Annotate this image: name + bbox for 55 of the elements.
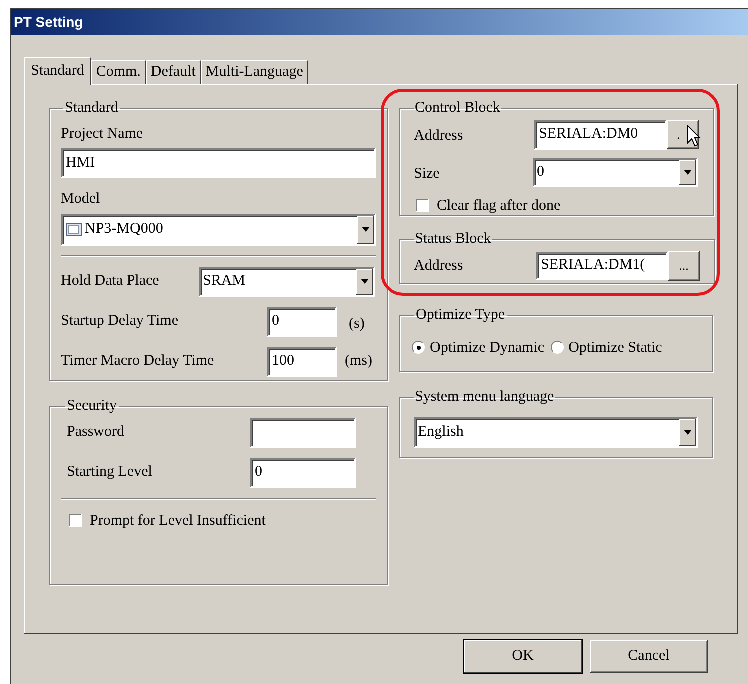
dialog-button[interactable]: Cancel (590, 640, 708, 673)
input-field[interactable]: 100 (267, 346, 337, 376)
dropdown[interactable]: SRAM (199, 266, 375, 296)
dropdown-value: 0 (536, 162, 546, 182)
dropdown-arrow-icon (684, 170, 692, 174)
field-label: Address (414, 127, 464, 146)
tab[interactable]: Comm. (91, 60, 146, 84)
dropdown-value: NP3-MQ000 (85, 220, 164, 240)
checkbox-label: Prompt for Level Insufficient (90, 512, 266, 530)
tab[interactable]: Default (146, 60, 201, 84)
field-label: (s) (349, 315, 365, 334)
dropdown-value: English (417, 422, 465, 442)
dropdown[interactable]: 0 (533, 158, 698, 186)
field-label: Password (67, 423, 126, 442)
browse-button[interactable]: ... (668, 250, 700, 280)
dropdown-arrow-icon (360, 279, 368, 284)
field-label: Startup Delay Time (61, 312, 180, 332)
field-label: Address (414, 257, 464, 276)
dropdown[interactable]: English (414, 416, 698, 448)
input-field[interactable]: 0 (250, 458, 356, 488)
input-field[interactable]: HMI (61, 148, 376, 178)
dropdown-arrow-icon (684, 430, 692, 434)
field-label: Model (61, 190, 102, 209)
radio-button[interactable] (412, 341, 425, 354)
input-field[interactable] (250, 418, 356, 448)
group-title: Security (66, 397, 118, 416)
window-title: PT Setting (14, 12, 84, 32)
radio-label: Optimize Static (568, 338, 662, 358)
radio-label: Optimize Dynamic (430, 338, 545, 358)
field-label: Timer Macro Delay Time (61, 352, 216, 372)
field-label: Starting Level (67, 463, 154, 482)
group-title: Standard (64, 99, 120, 118)
group-title: Status Block (414, 230, 492, 249)
radio-button[interactable] (550, 341, 564, 354)
input-field[interactable]: SERIALA:DM1( (536, 252, 668, 280)
field-label: Size (414, 164, 441, 184)
checkbox[interactable] (69, 514, 82, 528)
dialog-button[interactable]: OK (464, 640, 582, 673)
field-label: (ms) (345, 352, 372, 372)
field-label: Hold Data Place (61, 272, 160, 292)
field-label: Project Name (61, 124, 144, 144)
input-field[interactable]: 0 (267, 306, 337, 336)
monitor-icon (66, 223, 82, 236)
group-title: Optimize Type (415, 306, 506, 325)
tab[interactable]: Multi-Language (200, 60, 308, 84)
dropdown-value: SRAM (202, 272, 247, 292)
group-title: Control Block (414, 99, 502, 118)
dropdown[interactable]: NP3-MQ000 (61, 214, 376, 246)
checkbox-label: Clear flag after done (437, 196, 561, 216)
input-field[interactable]: SERIALA:DM0 (534, 120, 667, 150)
group-title: System menu language (414, 388, 556, 407)
dropdown-arrow-icon (362, 227, 370, 232)
mouse-pointer-icon (687, 125, 703, 149)
checkbox[interactable] (416, 199, 429, 212)
tab[interactable]: Standard (24, 57, 92, 85)
